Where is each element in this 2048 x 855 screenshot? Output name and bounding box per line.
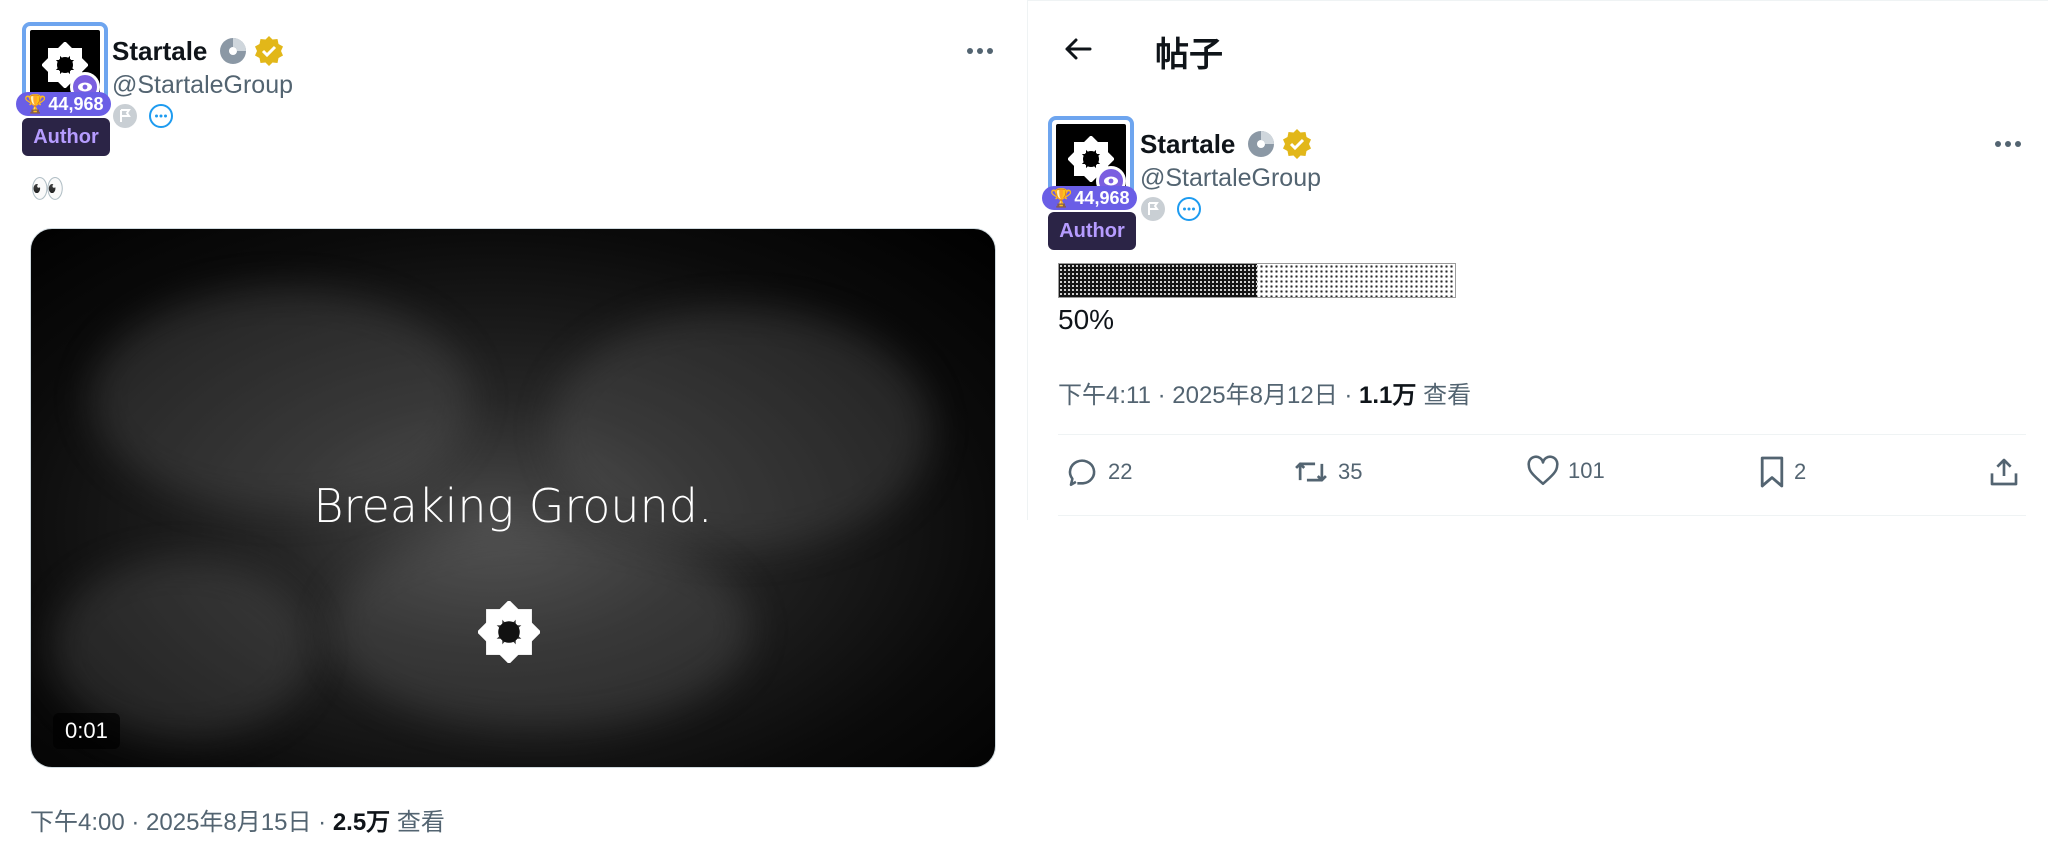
repost-button[interactable]: 35 <box>1292 455 1362 489</box>
heart-icon <box>1527 455 1559 486</box>
disc-icon <box>220 38 246 64</box>
more-circle-icon[interactable] <box>148 103 174 129</box>
more-options-button[interactable] <box>1988 124 2028 164</box>
cloud-texture <box>331 529 751 729</box>
tweet-meta[interactable]: 下午4:00 · 2025年8月15日 · 2.5万 查看 <box>30 802 445 837</box>
repost-icon <box>1295 462 1327 482</box>
handle[interactable]: @StartaleGroup <box>112 71 293 100</box>
flag-icon[interactable] <box>112 103 138 129</box>
score-value: 44,968 <box>1074 188 1130 208</box>
bookmark-count: 2 <box>1794 459 1807 484</box>
account-icons <box>112 103 174 129</box>
cloud-texture <box>51 559 311 739</box>
flag-icon[interactable] <box>1140 196 1166 222</box>
view-count: 1.1万 <box>1359 382 1417 409</box>
bookmark-button[interactable]: 2 <box>1758 455 1806 489</box>
verified-icon <box>1283 129 1311 159</box>
name-icons <box>1246 129 1312 159</box>
progress-bar <box>1058 263 1456 298</box>
verified-icon <box>255 36 283 66</box>
post-time[interactable]: 下午4:11 · 2025年8月12日 · <box>1058 382 1359 409</box>
video-title: Breaking Ground. <box>313 479 713 533</box>
more-circle-icon[interactable] <box>1176 196 1202 222</box>
avatar-block[interactable]: 🏆 44,968 Author <box>16 22 112 156</box>
account-icons <box>1140 196 1202 222</box>
post-time[interactable]: 下午4:00 · 2025年8月15日 · <box>30 809 333 836</box>
action-bar: 22 35 101 2 <box>1058 445 2026 505</box>
arrow-left-icon <box>1065 38 1092 60</box>
like-count: 101 <box>1568 458 1605 483</box>
author-badge: Author <box>22 118 110 156</box>
ellipsis-icon <box>967 48 993 54</box>
progress-fill <box>1059 264 1257 297</box>
startale-logo-icon <box>476 599 542 668</box>
video-player[interactable]: Breaking Ground. 0:01 <box>30 228 996 768</box>
avatar-block[interactable]: 🏆 44,968 Author <box>1042 116 1138 250</box>
score-value: 44,968 <box>48 94 104 114</box>
display-name[interactable]: Startale <box>112 36 207 67</box>
disc-icon <box>1248 131 1274 157</box>
reply-button[interactable]: 22 <box>1066 455 1132 489</box>
repost-count: 35 <box>1338 459 1363 484</box>
divider <box>1058 434 2026 435</box>
name-icons <box>218 36 284 66</box>
page-title: 帖子 <box>1155 36 1223 74</box>
display-name[interactable]: Startale <box>1140 129 1235 160</box>
cloud-texture <box>91 289 471 509</box>
reply-icon <box>1068 459 1096 487</box>
author-badge: Author <box>1048 212 1136 250</box>
share-icon <box>1990 458 2018 486</box>
divider <box>1058 515 2026 516</box>
views-label: 查看 <box>390 809 445 836</box>
trophy-icon: 🏆 <box>24 94 47 114</box>
score-badge: 🏆 44,968 <box>1042 186 1138 210</box>
tweet-meta[interactable]: 下午4:11 · 2025年8月12日 · 1.1万 查看 <box>1058 375 1471 410</box>
like-button[interactable]: 101 <box>1526 455 1605 487</box>
post-detail-panel: 帖子 🏆 44,968 Author Startale @StartaleGro… <box>1027 0 2048 520</box>
reply-count: 22 <box>1108 459 1133 484</box>
progress-label: 50% <box>1058 304 1115 335</box>
back-button[interactable] <box>1058 29 1098 69</box>
more-options-button[interactable] <box>960 31 1000 71</box>
share-button[interactable] <box>1988 455 2020 489</box>
video-timestamp: 0:01 <box>53 713 120 749</box>
ellipsis-icon <box>1995 141 2021 147</box>
score-badge: 🏆 44,968 <box>16 92 112 116</box>
bookmark-icon <box>1760 456 1784 488</box>
trophy-icon: 🏆 <box>1050 188 1073 208</box>
view-count: 2.5万 <box>332 809 391 836</box>
handle[interactable]: @StartaleGroup <box>1140 164 1321 193</box>
views-label: 查看 <box>1416 382 1472 409</box>
tweet-text: 👀 <box>30 173 65 204</box>
